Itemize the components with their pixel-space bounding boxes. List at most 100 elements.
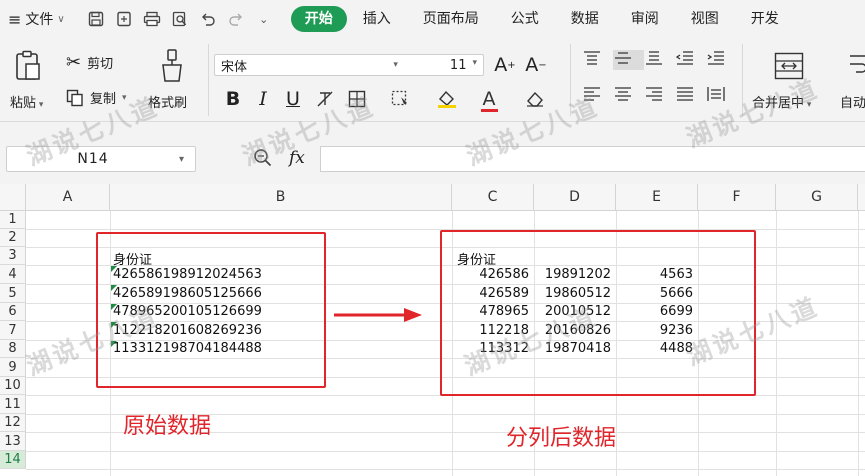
row-header[interactable]: 13 bbox=[0, 432, 26, 451]
column-header-f[interactable]: F bbox=[698, 184, 776, 211]
grid-line bbox=[26, 451, 865, 452]
divider bbox=[208, 44, 209, 116]
copy-label: 复制 bbox=[90, 92, 117, 107]
justify-icon[interactable] bbox=[675, 86, 706, 106]
row-header-selected[interactable]: 14 bbox=[0, 451, 26, 469]
file-menu-label: 文件 bbox=[25, 12, 54, 28]
paste-label[interactable]: 粘贴 ▾ bbox=[10, 92, 43, 111]
formula-input[interactable] bbox=[320, 146, 865, 172]
italic-button[interactable]: I bbox=[252, 88, 274, 110]
ribbon: 粘贴 ▾ ✂ 剪切 复制 ▾ 格式刷 宋体 ▾ 11 ▾ A + A − B I… bbox=[0, 38, 865, 122]
select-all-corner[interactable] bbox=[0, 184, 26, 211]
font-color-swatch bbox=[480, 109, 498, 112]
cut-button[interactable]: ✂ 剪切 bbox=[66, 52, 113, 73]
eraser-icon[interactable] bbox=[524, 88, 546, 110]
wrap-text-icon[interactable] bbox=[848, 52, 865, 84]
print-icon[interactable] bbox=[143, 10, 161, 28]
tab-review[interactable]: 审阅 bbox=[615, 6, 675, 32]
underline-button[interactable]: U bbox=[282, 88, 304, 110]
name-box[interactable]: N14 ▾ bbox=[6, 146, 196, 172]
merge-center-button[interactable]: 合并居中 ▾ bbox=[752, 92, 811, 111]
row-header[interactable]: 5 bbox=[0, 284, 26, 303]
column-header-e[interactable]: E bbox=[616, 184, 698, 211]
chevron-down-icon: ▾ bbox=[393, 60, 398, 70]
format-painter-label[interactable]: 格式刷 bbox=[148, 92, 187, 111]
column-header-g[interactable]: G bbox=[776, 184, 858, 211]
row-header[interactable]: 6 bbox=[0, 303, 26, 321]
column-header-row: A B C D E F G bbox=[0, 184, 865, 211]
font-size-value[interactable]: 11 bbox=[450, 58, 467, 73]
font-color-button[interactable]: A bbox=[478, 88, 500, 112]
save-icon[interactable] bbox=[87, 10, 105, 28]
redo-icon[interactable] bbox=[227, 10, 245, 28]
auto-wrap-label[interactable]: 自动 bbox=[840, 92, 865, 111]
chevron-down-icon: ∨ bbox=[57, 13, 65, 25]
menu-bar: ≡ 文件 ∨ ⌄ 开始 插入 页面布局 公式 数据 审阅 视图 开发 bbox=[0, 0, 865, 38]
align-top-icon[interactable] bbox=[582, 50, 613, 70]
row-header[interactable]: 2 bbox=[0, 229, 26, 247]
column-header-d[interactable]: D bbox=[534, 184, 616, 211]
copy-button[interactable]: 复制 ▾ bbox=[66, 88, 127, 107]
row-header[interactable]: 9 bbox=[0, 358, 26, 377]
tab-formulas[interactable]: 公式 bbox=[495, 6, 555, 32]
split-data-highlight-box bbox=[440, 230, 756, 396]
merge-center-icon[interactable] bbox=[774, 52, 804, 84]
split-data-caption: 分列后数据 bbox=[506, 426, 617, 451]
row-header[interactable]: 8 bbox=[0, 340, 26, 358]
tab-insert[interactable]: 插入 bbox=[347, 6, 407, 32]
increase-font-icon[interactable]: A + bbox=[494, 54, 516, 76]
format-painter-button[interactable] bbox=[160, 48, 184, 88]
paste-icon bbox=[16, 50, 40, 80]
row-header[interactable]: 7 bbox=[0, 321, 26, 340]
ribbon-tabs: 开始 插入 页面布局 公式 数据 审阅 视图 开发 bbox=[290, 6, 795, 32]
undo-icon[interactable] bbox=[199, 10, 217, 28]
row-header[interactable]: 4 bbox=[0, 265, 26, 284]
divider bbox=[570, 44, 571, 116]
align-left-icon[interactable] bbox=[582, 86, 613, 106]
copy-icon bbox=[66, 89, 83, 106]
row-header[interactable]: 12 bbox=[0, 414, 26, 432]
chevron-down-icon: ▾ bbox=[122, 92, 127, 103]
grid-line bbox=[26, 469, 865, 470]
cell-style-icon[interactable] bbox=[390, 88, 412, 110]
zoom-search-icon[interactable] bbox=[253, 148, 273, 172]
paste-button[interactable] bbox=[14, 50, 42, 86]
print-preview-icon[interactable] bbox=[171, 10, 189, 28]
align-right-icon[interactable] bbox=[644, 86, 675, 106]
tab-data[interactable]: 数据 bbox=[555, 6, 615, 32]
grid-line bbox=[776, 211, 777, 476]
row-header[interactable]: 11 bbox=[0, 395, 26, 414]
tab-home[interactable]: 开始 bbox=[290, 6, 347, 32]
grid-line bbox=[858, 211, 859, 476]
row-header[interactable]: 3 bbox=[0, 247, 26, 265]
divider bbox=[742, 44, 743, 116]
align-center-icon[interactable] bbox=[613, 86, 644, 106]
customize-toolbar-icon[interactable]: ⌄ bbox=[255, 10, 273, 28]
decrease-font-icon[interactable]: A − bbox=[525, 54, 547, 76]
insert-function-button[interactable]: fx bbox=[289, 148, 305, 168]
column-header-b[interactable]: B bbox=[110, 184, 452, 211]
font-name-select[interactable]: 宋体 ▾ 11 ▾ bbox=[214, 54, 484, 76]
quick-access-toolbar: ⌄ bbox=[87, 10, 273, 28]
align-bottom-icon[interactable] bbox=[644, 50, 675, 70]
tab-view[interactable]: 视图 bbox=[675, 6, 735, 32]
hamburger-icon: ≡ bbox=[8, 9, 22, 29]
align-middle-icon[interactable] bbox=[613, 50, 644, 70]
chevron-down-icon: ▾ bbox=[179, 153, 185, 165]
export-pdf-icon[interactable] bbox=[115, 10, 133, 28]
column-header-c[interactable]: C bbox=[452, 184, 534, 211]
row-header[interactable]: 1 bbox=[0, 211, 26, 229]
tab-page-layout[interactable]: 页面布局 bbox=[407, 6, 495, 32]
strikethrough-icon[interactable] bbox=[314, 88, 336, 110]
file-menu[interactable]: ≡ 文件 ∨ bbox=[8, 9, 65, 29]
column-header-a[interactable]: A bbox=[26, 184, 110, 211]
borders-icon[interactable] bbox=[346, 88, 368, 110]
tab-developer[interactable]: 开发 bbox=[735, 6, 795, 32]
indent-increase-icon[interactable] bbox=[706, 50, 737, 70]
fill-color-icon[interactable] bbox=[436, 88, 458, 110]
row-header[interactable]: 10 bbox=[0, 377, 26, 395]
scissors-icon: ✂ bbox=[66, 52, 82, 73]
bold-button[interactable]: B bbox=[222, 88, 244, 110]
distributed-icon[interactable] bbox=[706, 86, 737, 106]
indent-decrease-icon[interactable] bbox=[675, 50, 706, 70]
